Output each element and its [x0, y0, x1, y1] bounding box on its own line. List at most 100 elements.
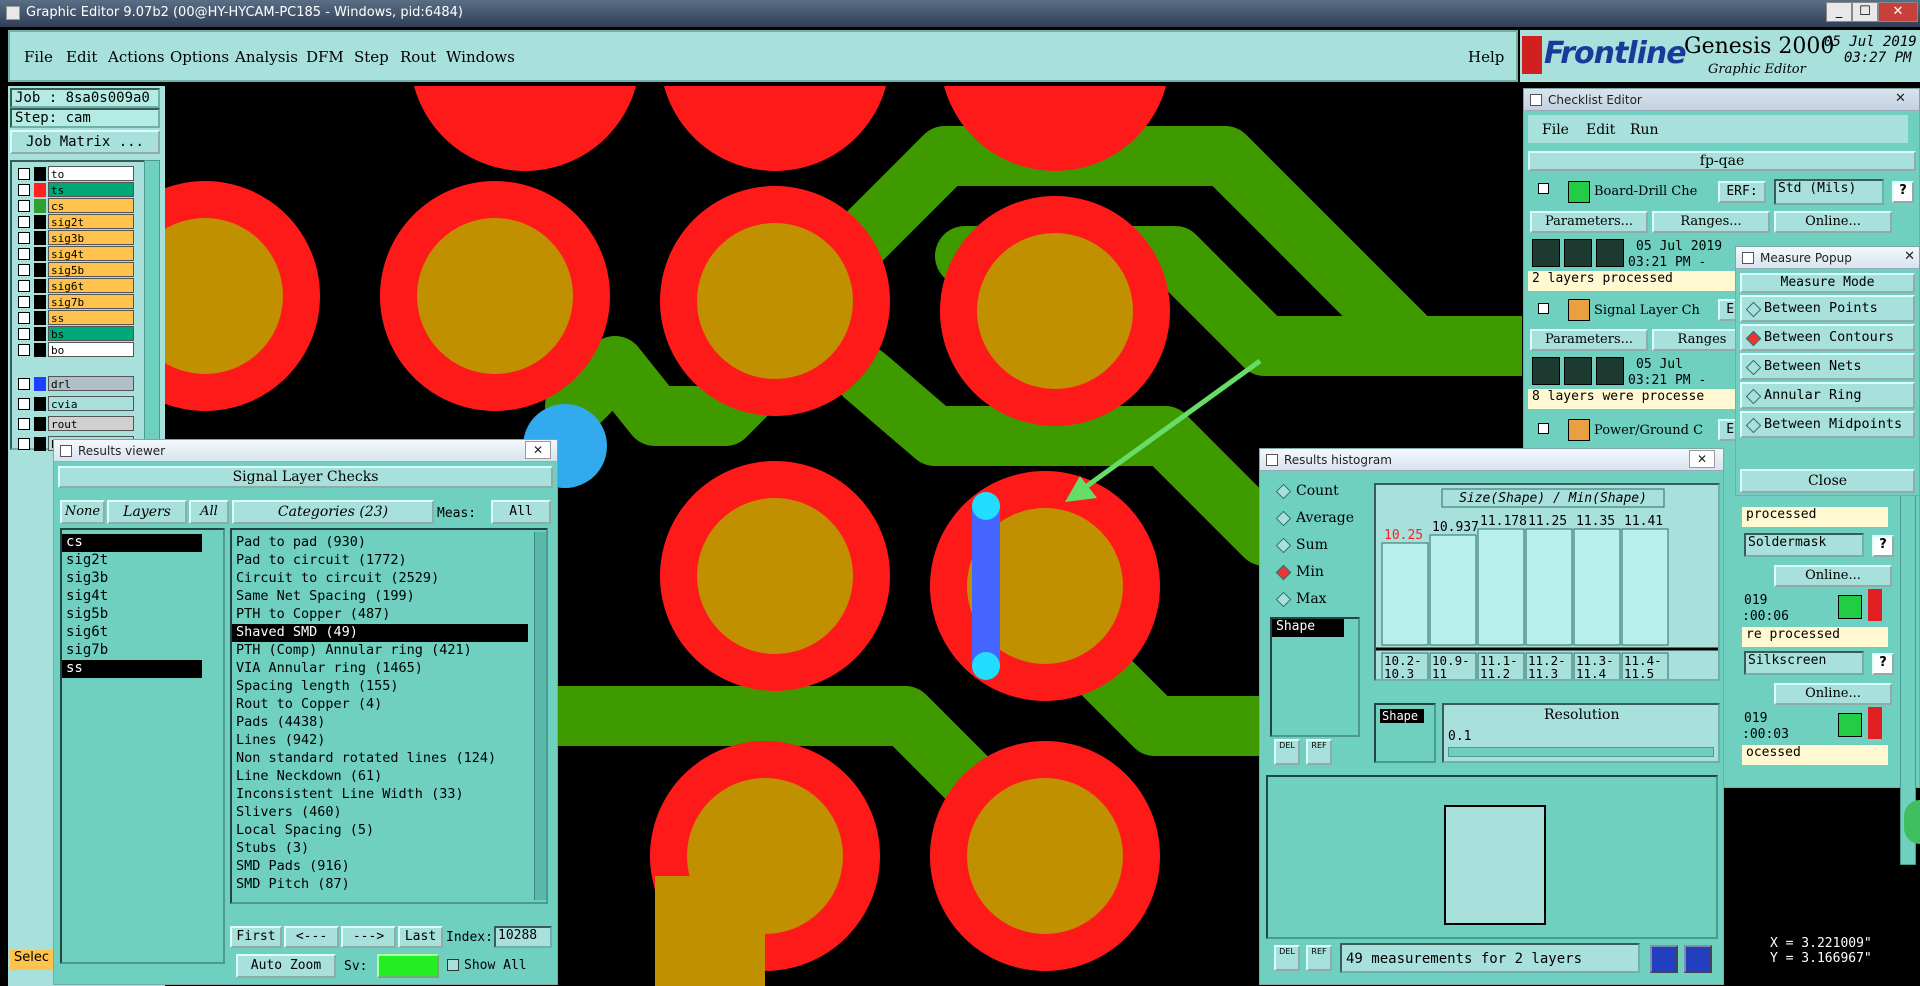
run-icon[interactable]: [1596, 357, 1624, 385]
run-icon[interactable]: [1596, 239, 1624, 267]
categories-list[interactable]: Pad to pad (930) Pad to circuit (1772) Cir…: [230, 528, 548, 904]
category-item[interactable]: Stubs (3): [232, 840, 528, 858]
last-button[interactable]: Last: [398, 926, 443, 948]
show-all-checkbox[interactable]: [447, 959, 459, 971]
category-item[interactable]: Pad to circuit (1772): [232, 552, 528, 570]
measure-mode-option[interactable]: Between Midpoints: [1740, 411, 1915, 438]
category-item[interactable]: Slivers (460): [232, 804, 528, 822]
layer-row[interactable]: ss: [14, 310, 134, 326]
result-layer-item[interactable]: cs: [62, 534, 202, 552]
export-icon[interactable]: [1650, 945, 1678, 973]
category-item[interactable]: Local Spacing (5): [232, 822, 528, 840]
minimize-button[interactable]: _: [1826, 2, 1852, 22]
layer-row[interactable]: sig3b: [14, 230, 134, 246]
layer-affected-box[interactable]: [34, 263, 46, 277]
row6-online-button[interactable]: Online...: [1774, 683, 1892, 705]
layer-affected-box[interactable]: [34, 199, 46, 213]
footer-ref-button[interactable]: REF: [1306, 945, 1332, 971]
histogram-option[interactable]: Min: [1270, 560, 1366, 584]
histogram-option[interactable]: Average: [1270, 506, 1366, 530]
layer-checkbox[interactable]: [18, 232, 30, 244]
row1-erf-value[interactable]: Std (Mils): [1774, 179, 1884, 205]
row6-erf-value[interactable]: Silkscreen: [1744, 651, 1864, 675]
measure-close-button[interactable]: Close: [1740, 469, 1915, 493]
row1-parameters-button[interactable]: Parameters...: [1530, 211, 1648, 233]
category-item[interactable]: Pad to pad (930): [232, 534, 528, 552]
menu-file[interactable]: File: [24, 48, 53, 66]
category-item[interactable]: Lines (942): [232, 732, 528, 750]
result-layer-item[interactable]: sig5b: [62, 606, 202, 624]
layer-affected-box[interactable]: [34, 343, 46, 357]
checklist-close-button[interactable]: ✕: [1895, 91, 1915, 106]
category-item[interactable]: SMD Pitch (87): [232, 876, 528, 894]
run-icon[interactable]: [1532, 239, 1560, 267]
layer-affected-box[interactable]: [34, 183, 46, 197]
histogram-option[interactable]: Count: [1270, 479, 1366, 503]
row1-checkbox[interactable]: [1538, 183, 1549, 194]
layer-checkbox[interactable]: [18, 264, 30, 276]
layer-affected-box[interactable]: [34, 311, 46, 325]
resolution-slider[interactable]: [1448, 747, 1714, 757]
result-layers-list[interactable]: cs sig2t sig3b sig4t sig5b sig6t sig7b ss: [60, 528, 225, 964]
category-item[interactable]: Rout to Copper (4): [232, 696, 528, 714]
layer-checkbox[interactable]: [18, 398, 30, 410]
layer-checkbox[interactable]: [18, 280, 30, 292]
histogram-option[interactable]: Sum: [1270, 533, 1366, 557]
layer-affected-box[interactable]: [34, 437, 46, 451]
layer-checkbox[interactable]: [18, 216, 30, 228]
category-item[interactable]: Inconsistent Line Width (33): [232, 786, 528, 804]
layers-button[interactable]: Layers: [107, 500, 187, 524]
category-item[interactable]: PTH (Comp) Annular ring (421): [232, 642, 528, 660]
histogram-ref-button[interactable]: REF: [1306, 739, 1332, 765]
layer-affected-box[interactable]: [34, 295, 46, 309]
zoom-dropdown[interactable]: Auto Zoom: [236, 954, 336, 978]
layer-affected-box[interactable]: [34, 247, 46, 261]
menu-dfm[interactable]: DFM: [306, 48, 344, 66]
measure-close-x[interactable]: ✕: [1904, 249, 1915, 264]
layer-checkbox[interactable]: [18, 248, 30, 260]
menu-windows[interactable]: Windows: [446, 48, 515, 66]
row1-erf[interactable]: ERF:: [1718, 181, 1766, 203]
meas-dropdown[interactable]: All: [491, 500, 551, 524]
prev-button[interactable]: <---: [284, 926, 339, 948]
layer-checkbox[interactable]: [18, 168, 30, 180]
row2-checkbox[interactable]: [1538, 303, 1549, 314]
measure-mode-option[interactable]: Annular Ring: [1740, 382, 1915, 409]
category-item[interactable]: Same Net Spacing (199): [232, 588, 528, 606]
category-item[interactable]: PTH to Copper (487): [232, 606, 528, 624]
layer-checkbox[interactable]: [18, 438, 30, 450]
layer-affected-box[interactable]: [34, 279, 46, 293]
all-button[interactable]: All: [189, 500, 229, 524]
import-icon[interactable]: [1684, 945, 1712, 973]
categories-button[interactable]: Categories (23): [232, 500, 434, 524]
index-input[interactable]: 10288: [494, 926, 552, 948]
layer-row[interactable]: sig2t: [14, 214, 134, 230]
category-item[interactable]: Shaved SMD (49): [232, 624, 528, 642]
result-layer-item[interactable]: sig7b: [62, 642, 202, 660]
row1-online-button[interactable]: Online...: [1774, 211, 1892, 233]
layer-row[interactable]: rout: [14, 416, 134, 432]
categories-scrollbar[interactable]: [534, 532, 546, 900]
layer-row[interactable]: sig7b: [14, 294, 134, 310]
measure-mode-option[interactable]: Between Points: [1740, 295, 1915, 322]
row2-parameters-button[interactable]: Parameters...: [1530, 329, 1648, 351]
layer-affected-box[interactable]: [34, 327, 46, 341]
row3-checkbox[interactable]: [1538, 423, 1549, 434]
histogram-del-button[interactable]: DEL: [1274, 739, 1300, 765]
layer-checkbox[interactable]: [18, 418, 30, 430]
job-matrix-button[interactable]: Job Matrix ...: [10, 130, 160, 154]
layer-row[interactable]: sig6t: [14, 278, 134, 294]
layer-affected-box[interactable]: [34, 167, 46, 181]
layer-row[interactable]: cs: [14, 198, 134, 214]
zoom-icon[interactable]: [1838, 713, 1862, 737]
run-icon[interactable]: [1564, 239, 1592, 267]
layer-checkbox[interactable]: [18, 200, 30, 212]
maximize-button[interactable]: ☐: [1852, 2, 1878, 22]
layer-row[interactable]: sig4t: [14, 246, 134, 262]
category-item[interactable]: Line Neckdown (61): [232, 768, 528, 786]
layer-row[interactable]: cvia: [14, 396, 134, 412]
row5-erf-value[interactable]: Soldermask: [1744, 533, 1864, 557]
zoom-icon[interactable]: [1838, 595, 1862, 619]
row5-help-button[interactable]: ?: [1872, 535, 1894, 557]
category-item[interactable]: Pads (4438): [232, 714, 528, 732]
